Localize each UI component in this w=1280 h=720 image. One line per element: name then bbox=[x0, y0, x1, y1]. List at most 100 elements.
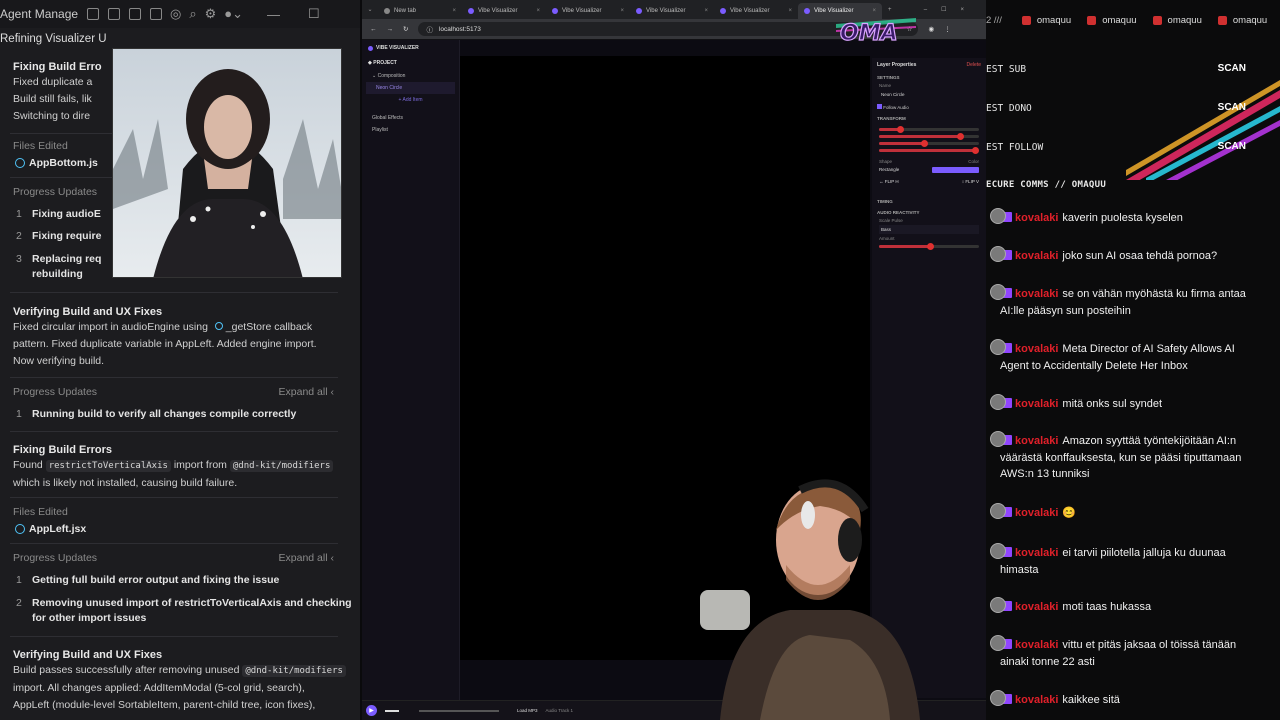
close-tab-icon[interactable]: × bbox=[536, 8, 540, 14]
checkbox-label: Follow Audio bbox=[883, 105, 909, 110]
sidebar-item-composition[interactable]: ⌄ Composition bbox=[362, 70, 459, 82]
divider bbox=[10, 431, 338, 432]
app-brand: VIBE VISUALIZER bbox=[362, 40, 459, 56]
close-tab-icon[interactable]: × bbox=[452, 8, 456, 14]
new-tab-icon[interactable]: + bbox=[888, 7, 892, 13]
message-text: mitä onks sul syndet bbox=[1062, 398, 1163, 410]
chat-username[interactable]: kovalaki bbox=[1015, 639, 1058, 651]
body-line: import. All changes applied: AddItemModa… bbox=[13, 682, 305, 694]
project-header[interactable]: ◆ PROJECT bbox=[362, 56, 459, 70]
minimize-icon[interactable]: — bbox=[267, 7, 280, 22]
stream-logo-art: OMA bbox=[836, 18, 916, 47]
chat-username[interactable]: kovalaki bbox=[1015, 507, 1058, 519]
files-edited-label: Files Edited bbox=[13, 140, 68, 152]
opacity-slider[interactable] bbox=[879, 147, 979, 154]
position-slider[interactable] bbox=[879, 126, 979, 133]
seek-slider[interactable] bbox=[419, 709, 499, 712]
band-select[interactable]: Bass bbox=[879, 225, 979, 234]
tab-search-icon[interactable]: ⌄ bbox=[362, 6, 378, 13]
project-label: PROJECT bbox=[373, 60, 397, 66]
portrait-image-art bbox=[113, 49, 341, 277]
chat-username[interactable]: kovalaki bbox=[1015, 547, 1058, 559]
item-number: 2 bbox=[16, 230, 22, 242]
chat-top-bar: 2 /// omaquu omaquu omaquu omaquu bbox=[986, 0, 1280, 40]
inline-code: @dnd-kit/modifiers bbox=[242, 665, 346, 677]
expand-all-button[interactable]: Expand all ‹ bbox=[279, 386, 334, 398]
top-username: omaquu bbox=[1232, 14, 1268, 26]
divider bbox=[10, 543, 338, 544]
close-tab-icon[interactable]: × bbox=[788, 8, 792, 14]
chat-username[interactable]: kovalaki bbox=[1015, 288, 1058, 300]
chat-username[interactable]: kovalaki bbox=[1015, 212, 1058, 224]
sidebar-icon[interactable] bbox=[129, 8, 141, 20]
flip-h-button[interactable]: ↔ FLIP H bbox=[879, 179, 899, 184]
section-timing[interactable]: TIMING bbox=[872, 196, 986, 207]
close-tab-icon[interactable]: × bbox=[620, 8, 624, 14]
layout-icon[interactable] bbox=[87, 8, 99, 20]
browser-tab[interactable]: Vibe Visualizer × bbox=[546, 3, 630, 19]
chat-username[interactable]: kovalaki bbox=[1015, 250, 1058, 262]
message-text: kaverin puolesta kyselen bbox=[1062, 212, 1183, 224]
gear-icon[interactable]: ⚙ bbox=[205, 6, 217, 22]
menu-icon[interactable]: ⋮ bbox=[944, 25, 951, 33]
section-audio-reactivity[interactable]: AUDIO REACTIVITY bbox=[872, 207, 986, 218]
avatar bbox=[990, 208, 1006, 224]
forward-icon[interactable]: → bbox=[387, 26, 394, 33]
load-mp3-button[interactable]: Load MP3 bbox=[517, 708, 538, 713]
maximize-icon[interactable]: ☐ bbox=[308, 6, 320, 22]
close-tab-icon[interactable]: × bbox=[704, 8, 708, 14]
delete-button[interactable]: Delete bbox=[967, 62, 981, 68]
shape-select[interactable]: Rectangle bbox=[879, 167, 926, 173]
split-icon[interactable] bbox=[150, 8, 162, 20]
browser-tab[interactable]: New tab × bbox=[378, 3, 462, 19]
section-settings[interactable]: SETTINGS bbox=[872, 72, 986, 83]
chat-username[interactable]: kovalaki bbox=[1015, 435, 1058, 447]
browser-tab[interactable]: Vibe Visualizer × bbox=[714, 3, 798, 19]
name-input[interactable]: Neon Circle bbox=[879, 90, 979, 99]
expand-all-button[interactable]: Expand all ‹ bbox=[279, 552, 334, 564]
section-transform[interactable]: TRANSFORM bbox=[872, 113, 986, 124]
reload-icon[interactable]: ↻ bbox=[403, 25, 408, 33]
sidebar-item-playlist[interactable]: Playlist bbox=[362, 124, 459, 136]
field-label: Color bbox=[968, 159, 979, 164]
panel-icon[interactable] bbox=[108, 8, 120, 20]
item-number: 1 bbox=[16, 208, 22, 220]
chat-username[interactable]: kovalaki bbox=[1015, 398, 1058, 410]
play-button[interactable]: ▶ bbox=[366, 705, 377, 716]
chat-username[interactable]: kovalaki bbox=[1015, 343, 1058, 355]
file-link[interactable]: AppLeft.jsx bbox=[15, 523, 86, 535]
account-icon[interactable]: ●⌄ bbox=[224, 6, 243, 22]
body-line: which is likely not installed, causing b… bbox=[13, 477, 238, 489]
volume-slider[interactable] bbox=[385, 709, 399, 712]
browser-tab[interactable]: Vibe Visualizer × bbox=[462, 3, 546, 19]
alert-label: EST SUB bbox=[986, 64, 1027, 75]
profile-icon[interactable]: ◉ bbox=[928, 25, 934, 33]
rotation-slider[interactable] bbox=[879, 133, 979, 140]
avatar bbox=[990, 597, 1006, 613]
chat-username[interactable]: kovalaki bbox=[1015, 694, 1058, 706]
color-swatch[interactable] bbox=[932, 167, 979, 173]
file-link[interactable]: AppBottom.js bbox=[15, 157, 98, 169]
message-text: vittu et pitäs jaksaa ol töissä tänään bbox=[1062, 639, 1237, 651]
globe-icon[interactable]: ◎ bbox=[170, 6, 181, 22]
add-item-button[interactable]: + Add Item bbox=[362, 94, 459, 106]
sidebar-item-neon-circle[interactable]: Neon Circle bbox=[366, 82, 455, 94]
follow-audio-checkbox[interactable]: Follow Audio bbox=[872, 101, 986, 113]
window-controls[interactable]: –☐× bbox=[924, 6, 986, 13]
item-text: for other import issues bbox=[32, 612, 147, 624]
chevron-down-icon: ⌄ bbox=[372, 73, 377, 79]
body-line: Fixed duplicate a bbox=[13, 76, 93, 88]
amount-slider[interactable] bbox=[879, 243, 979, 250]
top-username: omaquu bbox=[1036, 14, 1072, 26]
flip-v-button[interactable]: ↕ FLIP V bbox=[962, 179, 979, 184]
scale-slider[interactable] bbox=[879, 140, 979, 147]
url-text: localhost:5173 bbox=[438, 25, 481, 33]
sidebar-item-global-effects[interactable]: Global Effects bbox=[362, 112, 459, 124]
chat-username[interactable]: kovalaki bbox=[1015, 601, 1058, 613]
search-icon[interactable]: ⌕ bbox=[189, 6, 196, 22]
section-title: Verifying Build and UX Fixes bbox=[13, 649, 163, 661]
back-icon[interactable]: ← bbox=[370, 26, 377, 33]
body-line: Switching to dire bbox=[13, 110, 91, 122]
browser-tab[interactable]: Vibe Visualizer × bbox=[630, 3, 714, 19]
code-link[interactable]: _getStore bbox=[226, 321, 272, 333]
